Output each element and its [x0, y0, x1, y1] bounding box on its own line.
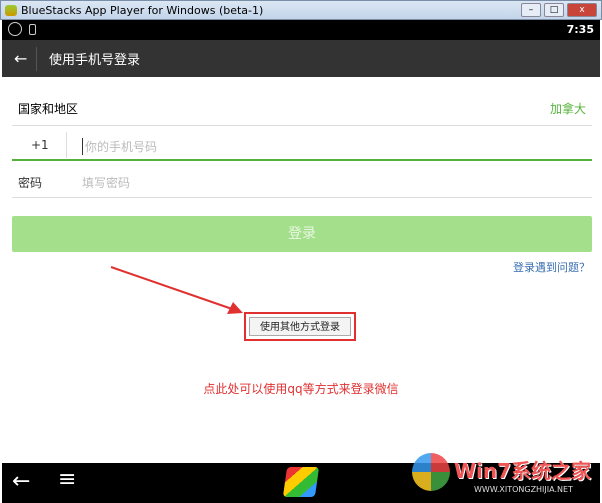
region-selector[interactable]: 国家和地区 加拿大	[12, 100, 592, 117]
menu-icon[interactable]: ≡	[58, 467, 76, 492]
region-label: 国家和地区	[18, 102, 79, 116]
login-form: 国家和地区 加拿大 +1 你的手机号码 密码 填写密码 登录 登录遇到问题？ 使…	[2, 77, 600, 463]
login-trouble-link[interactable]: 登录遇到问题？	[513, 259, 590, 275]
back-icon[interactable]: ←	[12, 469, 30, 494]
windows-logo-icon	[412, 453, 450, 491]
country-code[interactable]: +1	[31, 138, 49, 152]
phone-input[interactable]: 你的手机号码	[82, 138, 157, 155]
watermark: Win7系统之家 WWW.XITONGZHIJIA.NET	[402, 443, 600, 501]
bottom-nav: ← ≡ Win7系统之家 WWW.XITONGZHIJIA.NET	[2, 453, 600, 503]
password-label: 密码	[18, 176, 43, 190]
phone-icon	[29, 24, 36, 35]
close-button[interactable]: x	[567, 3, 597, 17]
search-icon[interactable]	[8, 22, 22, 36]
window-titlebar: BlueStacks App Player for Windows (beta-…	[0, 0, 602, 20]
highlight-box: 使用其他方式登录	[244, 312, 356, 341]
status-bar: 7:35	[2, 20, 600, 40]
maximize-button[interactable]: □	[544, 3, 564, 17]
annotation-text: 点此处可以使用qq等方式来登录微信	[203, 382, 399, 396]
minimize-button[interactable]: –	[521, 3, 541, 17]
divider	[36, 46, 37, 71]
page-title: 使用手机号登录	[49, 53, 141, 68]
other-login-button[interactable]: 使用其他方式登录	[249, 317, 351, 336]
bluestacks-home-icon[interactable]	[282, 467, 320, 497]
password-input[interactable]: 填写密码	[82, 174, 130, 191]
action-bar: ← 使用手机号登录	[2, 40, 600, 77]
login-button[interactable]: 登录	[12, 216, 592, 252]
back-arrow-icon[interactable]: ←	[14, 49, 36, 68]
region-value: 加拿大	[549, 102, 586, 116]
clock: 7:35	[566, 23, 594, 36]
red-arrow-icon	[110, 266, 243, 314]
bluestacks-logo-icon	[5, 5, 17, 16]
window-title: BlueStacks App Player for Windows (beta-…	[21, 3, 264, 17]
